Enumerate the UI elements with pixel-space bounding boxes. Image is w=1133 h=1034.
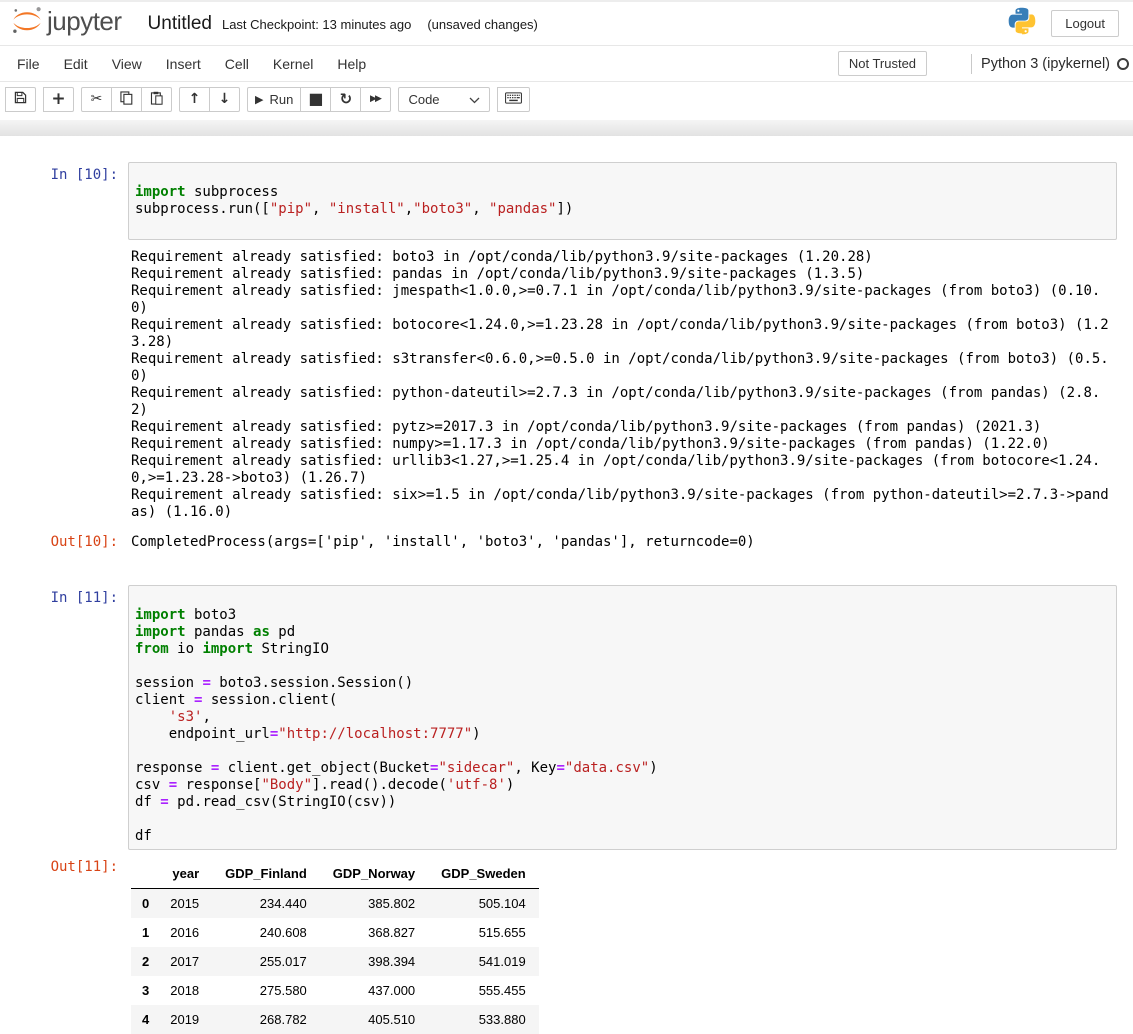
notebook-app: jupyter Untitled Last Checkpoint: 13 min… [0, 0, 1133, 1034]
move-cell-up-button[interactable]: ↑ [179, 87, 210, 112]
restart-kernel-button[interactable]: ↻ [330, 87, 361, 112]
not-trusted-badge[interactable]: Not Trusted [838, 51, 927, 76]
menu-help[interactable]: Help [325, 56, 378, 72]
run-label: Run [269, 92, 293, 107]
plus-icon: + [51, 91, 65, 108]
dataframe-table: yearGDP_FinlandGDP_NorwayGDP_Sweden02015… [131, 859, 539, 1034]
cell-type-value: Code [408, 92, 439, 107]
kernel-idle-icon [1117, 58, 1129, 70]
command-palette-button[interactable] [497, 87, 530, 112]
code-cell: In [10]: import subprocesssubprocess.run… [15, 162, 1117, 240]
code-lines: import subprocesssubprocess.run(["pip", … [135, 167, 1110, 235]
menu-kernel[interactable]: Kernel [261, 56, 325, 72]
chevron-down-icon [469, 92, 480, 107]
stream-output: Requirement already satisfied: boto3 in … [128, 249, 1110, 521]
move-cell-down-button[interactable]: ↓ [209, 87, 240, 112]
jupyter-logo[interactable]: jupyter [10, 4, 122, 43]
python-logo-icon [1007, 6, 1037, 41]
menu-edit[interactable]: Edit [52, 56, 100, 72]
stop-icon: ■ [308, 91, 323, 107]
restart-icon: ↻ [340, 92, 353, 107]
menubar-right: Not Trusted Python 3 (ipykernel) [838, 51, 1129, 76]
save-button[interactable] [5, 87, 36, 112]
menu-cell[interactable]: Cell [213, 56, 261, 72]
execute-result-text: CompletedProcess(args=['pip', 'install',… [128, 534, 755, 551]
dataframe-output: yearGDP_FinlandGDP_NorwayGDP_Sweden02015… [128, 859, 539, 1034]
execute-result-row: Out[11]: yearGDP_FinlandGDP_NorwayGDP_Sw… [15, 859, 1117, 1034]
arrow-down-icon: ↓ [219, 92, 231, 106]
kernel-name: Python 3 (ipykernel) [981, 56, 1110, 72]
fast-forward-icon: ▶▶ [370, 95, 382, 104]
paste-icon [150, 91, 163, 108]
menu-insert[interactable]: Insert [154, 56, 213, 72]
checkpoint-status: Last Checkpoint: 13 minutes ago [222, 17, 411, 32]
notebook-area: In [10]: import subprocesssubprocess.run… [0, 136, 1133, 1034]
add-cell-button[interactable]: + [43, 87, 74, 112]
toolbar: + ✂ ↑ ↓ ▶ Run ■ ↻ [0, 82, 1133, 116]
play-icon: ▶ [255, 94, 263, 105]
header-shadow-band [0, 120, 1133, 136]
input-prompt: In [10]: [15, 162, 128, 184]
arrow-up-icon: ↑ [189, 92, 201, 106]
run-button[interactable]: ▶ Run [247, 87, 301, 112]
code-editor[interactable]: import subprocesssubprocess.run(["pip", … [128, 162, 1117, 240]
interrupt-kernel-button[interactable]: ■ [300, 87, 331, 112]
save-icon [14, 91, 27, 107]
jupyter-logo-text: jupyter [47, 6, 122, 37]
cut-cell-button[interactable]: ✂ [81, 87, 112, 112]
output-prompt: Out[10]: [15, 534, 128, 551]
code-cell: In [11]: import boto3import pandas as pd… [15, 585, 1117, 850]
code-editor[interactable]: import boto3import pandas as pdfrom io i… [128, 585, 1117, 850]
keyboard-icon [505, 92, 522, 107]
title-area: Untitled Last Checkpoint: 13 minutes ago… [148, 13, 538, 35]
code-lines: import boto3import pandas as pdfrom io i… [135, 590, 1110, 845]
menu-bar: File Edit View Insert Cell Kernel Help N… [0, 46, 1133, 82]
cell-type-select[interactable]: Code [398, 87, 490, 112]
output-stream-row: Requirement already satisfied: boto3 in … [15, 249, 1117, 521]
notebook-title[interactable]: Untitled [148, 13, 212, 35]
kernel-separator [971, 54, 972, 74]
input-prompt: In [11]: [15, 585, 128, 607]
header: jupyter Untitled Last Checkpoint: 13 min… [0, 2, 1133, 46]
menu-view[interactable]: View [100, 56, 154, 72]
jupyter-logo-icon [10, 4, 44, 43]
menu-file[interactable]: File [5, 56, 52, 72]
scissors-icon: ✂ [91, 92, 103, 106]
paste-cell-button[interactable] [141, 87, 172, 112]
restart-run-all-button[interactable]: ▶▶ [360, 87, 391, 112]
execute-result-row: Out[10]: CompletedProcess(args=['pip', '… [15, 534, 1117, 551]
copy-icon [120, 91, 133, 108]
copy-cell-button[interactable] [111, 87, 142, 112]
logout-button[interactable]: Logout [1051, 10, 1119, 37]
output-prompt: Out[11]: [15, 859, 128, 876]
autosave-status: (unsaved changes) [427, 17, 538, 32]
header-right: Logout [1007, 6, 1119, 41]
